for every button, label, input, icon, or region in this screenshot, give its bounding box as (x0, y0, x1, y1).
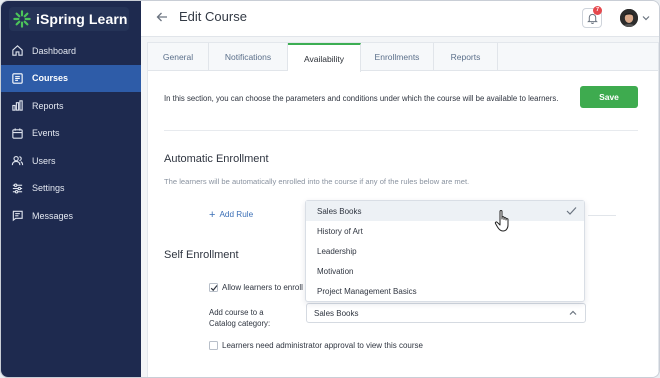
sidebar-item-label: Dashboard (32, 45, 77, 56)
dropdown-option[interactable]: Project Management Basics (306, 281, 584, 301)
tab-bar: General Notifications Availability Enrol… (148, 43, 658, 72)
page-title: Edit Course (179, 9, 247, 24)
sidebar-nav: Dashboard Courses Reports Events Users S… (1, 37, 141, 230)
catalog-select-value: Sales Books (314, 308, 359, 318)
tab-reports[interactable]: Reports (434, 43, 498, 71)
catalog-category-select[interactable]: Sales Books (306, 303, 586, 323)
chevron-up-icon (569, 310, 577, 315)
sidebar-item-reports[interactable]: Reports (1, 92, 141, 120)
intro-text: In this section, you can choose the para… (164, 94, 559, 103)
save-button[interactable]: Save (580, 86, 638, 108)
add-rule-label: Add Rule (219, 210, 254, 219)
dropdown-option[interactable]: History of Art (306, 221, 584, 241)
self-enrollment-heading: Self Enrollment (164, 249, 239, 261)
sidebar-item-label: Reports (32, 100, 64, 111)
sidebar-item-label: Events (32, 128, 60, 139)
chevron-down-icon[interactable] (642, 15, 650, 21)
sidebar-item-label: Settings (32, 183, 65, 194)
message-icon (12, 211, 23, 222)
allow-enroll-checkbox[interactable] (209, 283, 218, 292)
checkmark-icon (210, 285, 218, 292)
ispring-logo-icon (13, 10, 31, 28)
dropdown-option[interactable]: Leadership (306, 241, 584, 261)
tab-notifications[interactable]: Notifications (209, 43, 288, 71)
admin-approval-label: Learners need administrator approval to … (222, 341, 423, 350)
automatic-enrollment-description: The learners will be automatically enrol… (164, 177, 470, 186)
tab-availability[interactable]: Availability (288, 43, 361, 72)
bar-chart-icon (12, 100, 23, 111)
dropdown-option[interactable]: Sales Books (306, 201, 584, 221)
sidebar-item-settings[interactable]: Settings (1, 175, 141, 203)
automatic-enrollment-heading: Automatic Enrollment (164, 153, 269, 165)
user-photo-icon (620, 9, 638, 27)
tab-enrollments[interactable]: Enrollments (361, 43, 434, 71)
sidebar-item-label: Messages (32, 210, 74, 221)
top-header: Edit Course 7 (141, 1, 659, 37)
catalog-label-line1: Add course to a (209, 308, 264, 317)
users-icon (11, 156, 24, 166)
sliders-icon (12, 183, 23, 194)
logo[interactable]: iSpring Learn (9, 7, 129, 31)
sidebar-item-label: Users (32, 155, 56, 166)
rule-divider (588, 215, 616, 216)
sidebar-item-label: Courses (32, 73, 69, 84)
back-arrow-icon[interactable] (155, 10, 169, 24)
tab-general[interactable]: General (148, 43, 209, 71)
sidebar-item-dashboard[interactable]: Dashboard (1, 37, 141, 65)
notification-badge: 7 (593, 6, 602, 15)
admin-approval-checkbox[interactable] (209, 341, 218, 350)
catalog-label-line2: Catalog category: (209, 319, 271, 328)
plus-icon: + (209, 208, 216, 221)
divider (164, 130, 638, 131)
app-name: iSpring Learn (36, 11, 128, 27)
sidebar-item-messages[interactable]: Messages (1, 202, 141, 230)
add-rule-button[interactable]: + Add Rule (209, 208, 254, 221)
check-icon (566, 207, 577, 215)
allow-enroll-label: Allow learners to enroll (222, 283, 303, 292)
dropdown-option[interactable]: Motivation (306, 261, 584, 281)
sidebar-item-courses[interactable]: Courses (1, 64, 141, 92)
hand-cursor-icon (494, 210, 509, 232)
home-icon (12, 45, 23, 56)
catalog-dropdown-menu: Sales Books History of Art Leadership Mo… (305, 200, 585, 302)
avatar[interactable] (620, 9, 638, 27)
app-window: iSpring Learn Dashboard Courses Reports … (0, 0, 660, 378)
courses-icon (12, 73, 23, 84)
calendar-icon (12, 128, 23, 139)
sidebar-item-users[interactable]: Users (1, 147, 141, 175)
sidebar-item-events[interactable]: Events (1, 120, 141, 148)
sidebar: iSpring Learn Dashboard Courses Reports … (1, 1, 141, 377)
catalog-category-label: Add course to a Catalog category: (209, 307, 270, 329)
